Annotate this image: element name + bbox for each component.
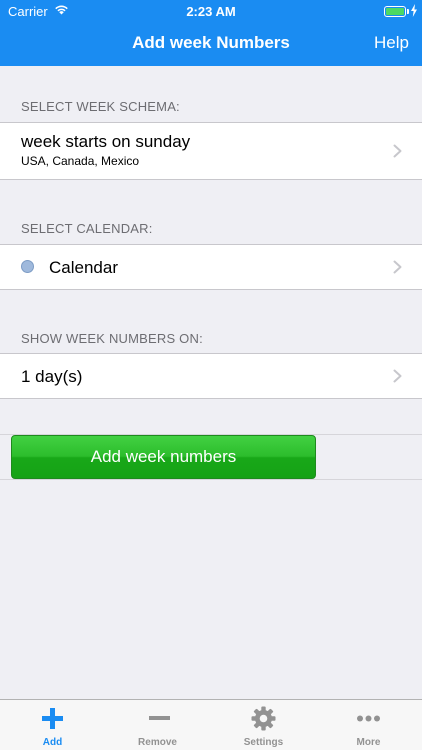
tab-add-label: Add xyxy=(42,737,63,748)
page-title: Add week Numbers xyxy=(132,33,290,52)
chevron-right-icon xyxy=(393,260,402,274)
gear-icon xyxy=(251,706,276,731)
plus-icon xyxy=(42,708,63,729)
tab-settings-label: Settings xyxy=(243,737,284,748)
show-on-header: SHOW WEEK NUMBERS ON: xyxy=(21,331,203,346)
tab-add[interactable]: Add xyxy=(0,700,105,750)
calendar-color-dot xyxy=(21,260,34,273)
tab-more-label: More xyxy=(356,737,381,748)
chevron-right-icon xyxy=(393,144,402,158)
week-schema-title: week starts on sunday xyxy=(21,132,191,151)
show-on-title: 1 day(s) xyxy=(21,367,83,386)
calendar-header: SELECT CALENDAR: xyxy=(21,221,153,236)
battery-level xyxy=(386,8,404,15)
chevron-right-icon xyxy=(393,369,402,383)
tab-settings[interactable]: Settings xyxy=(211,700,316,750)
tab-more[interactable]: More xyxy=(316,700,421,750)
clock: 2:23 AM xyxy=(186,4,236,19)
battery-icon xyxy=(384,6,406,17)
week-schema-cell[interactable]: week starts on sunday USA, Canada, Mexic… xyxy=(0,122,422,180)
navigation-bar: Carrier 2:23 AM Add week Numbers Help xyxy=(0,0,422,66)
tab-bar: Add Remove Settings More xyxy=(0,699,422,750)
show-on-cell[interactable]: 1 day(s) xyxy=(0,353,422,399)
battery-cap xyxy=(407,9,409,14)
tab-remove-label: Remove xyxy=(138,737,177,748)
ellipsis-icon xyxy=(357,715,380,722)
calendar-title: Calendar xyxy=(49,258,118,277)
add-week-numbers-button[interactable]: Add week numbers xyxy=(11,435,316,479)
week-schema-subtitle: USA, Canada, Mexico xyxy=(21,154,140,168)
minus-icon xyxy=(149,716,170,720)
status-bar: Carrier 2:23 AM xyxy=(0,0,422,22)
week-schema-header: SELECT WEEK SCHEMA: xyxy=(21,99,180,114)
calendar-cell[interactable]: Calendar xyxy=(0,244,422,290)
charging-bolt-icon xyxy=(411,4,417,17)
tab-remove[interactable]: Remove xyxy=(105,700,210,750)
help-button[interactable]: Help xyxy=(374,33,409,53)
